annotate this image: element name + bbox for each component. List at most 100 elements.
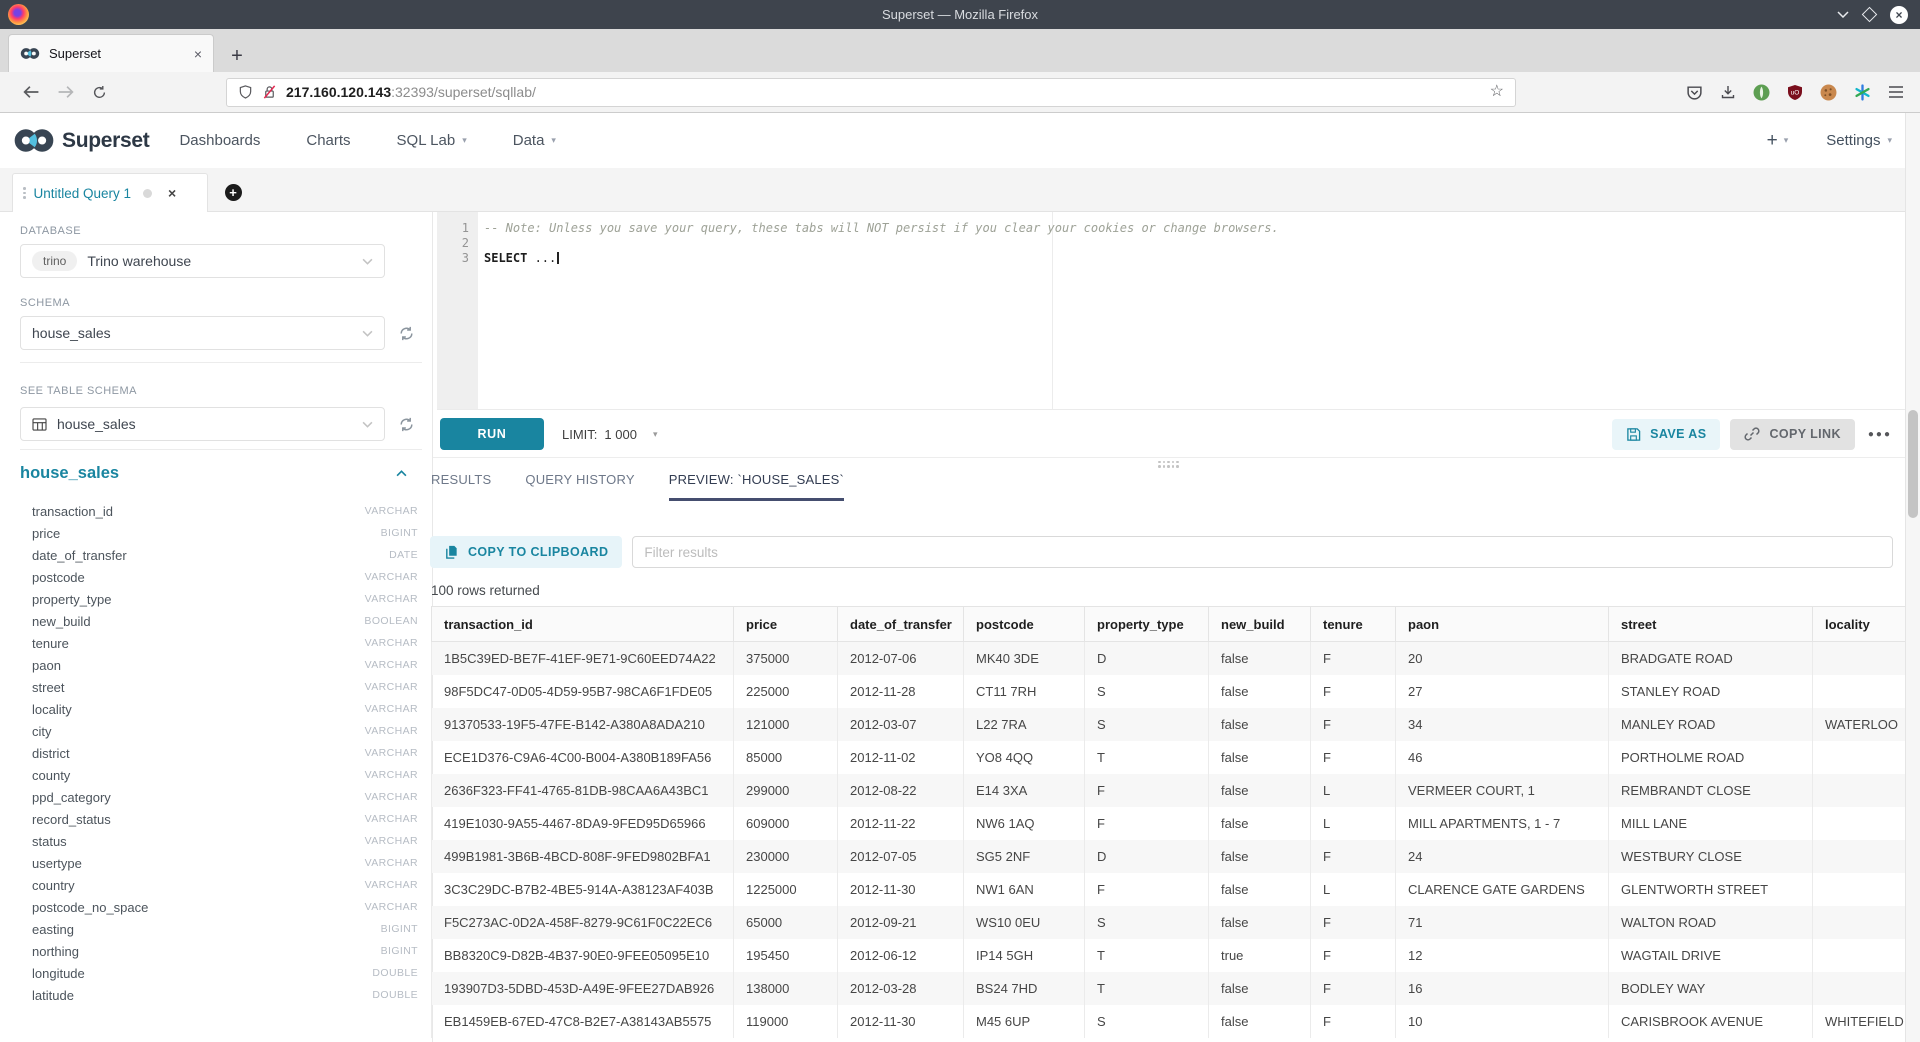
nav-item-sql-lab[interactable]: SQL Lab▾: [397, 132, 467, 149]
table-select-value: house_sales: [57, 416, 136, 432]
window-minimize-button[interactable]: [1837, 11, 1849, 18]
page-scrollbar[interactable]: [1905, 113, 1920, 1042]
collapse-table-button[interactable]: [396, 470, 407, 477]
new-query-tab-button[interactable]: +: [220, 179, 246, 205]
extension-asterisk-icon[interactable]: [1854, 84, 1871, 101]
nav-item-charts[interactable]: Charts: [306, 132, 350, 149]
hamburger-menu-icon[interactable]: [1888, 85, 1904, 99]
schema-column-row[interactable]: priceBIGINT: [20, 522, 418, 544]
tab-close-icon[interactable]: ×: [194, 46, 202, 62]
browser-tab[interactable]: Superset ×: [8, 34, 214, 72]
schema-column-row[interactable]: ppd_categoryVARCHAR: [20, 786, 418, 808]
window-close-button[interactable]: ×: [1890, 6, 1908, 24]
schema-column-row[interactable]: eastingBIGINT: [20, 918, 418, 940]
table-header-price[interactable]: price: [734, 607, 838, 642]
query-tab[interactable]: Untitled Query 1 ×: [12, 173, 208, 212]
schema-column-row[interactable]: record_statusVARCHAR: [20, 808, 418, 830]
scrollbar-thumb[interactable]: [1908, 410, 1918, 518]
table-header-new-build[interactable]: new_build: [1209, 607, 1311, 642]
results-table-container[interactable]: transaction_idpricedate_of_transferpostc…: [431, 606, 1905, 1042]
schema-column-row[interactable]: districtVARCHAR: [20, 742, 418, 764]
schema-column-row[interactable]: postcode_no_spaceVARCHAR: [20, 896, 418, 918]
add-menu-button[interactable]: +▾: [1767, 130, 1789, 152]
schema-column-row[interactable]: property_typeVARCHAR: [20, 588, 418, 610]
reload-button[interactable]: [82, 85, 116, 100]
chevron-down-icon: ▾: [653, 429, 658, 440]
database-select[interactable]: trino Trino warehouse: [20, 244, 385, 278]
table-cell: MILL LANE: [1609, 807, 1813, 840]
table-header-date-of-transfer[interactable]: date_of_transfer: [838, 607, 964, 642]
pocket-icon[interactable]: [1686, 84, 1703, 101]
nav-item-data[interactable]: Data▾: [513, 132, 556, 149]
bookmark-star-icon[interactable]: ☆: [1490, 84, 1504, 100]
results-table: transaction_idpricedate_of_transferpostc…: [431, 606, 1905, 1038]
schema-column-row[interactable]: statusVARCHAR: [20, 830, 418, 852]
privacy-badger-icon[interactable]: [1753, 84, 1770, 101]
results-tab-preview[interactable]: PREVIEW: `HOUSE_SALES`: [669, 472, 844, 501]
table-schema-title[interactable]: house_sales: [20, 464, 119, 483]
back-button[interactable]: [14, 85, 48, 99]
editor-line[interactable]: -- Note: Unless you save your query, the…: [484, 221, 1906, 236]
insecure-lock-icon[interactable]: [262, 84, 277, 100]
table-header-locality[interactable]: locality: [1813, 607, 1906, 642]
schema-column-row[interactable]: countryVARCHAR: [20, 874, 418, 896]
superset-logo[interactable]: Superset: [13, 127, 149, 154]
refresh-schema-button[interactable]: [396, 323, 416, 343]
close-query-tab-icon[interactable]: ×: [168, 185, 176, 201]
run-button[interactable]: RUN: [440, 418, 544, 450]
line-number: 1: [437, 221, 478, 236]
settings-menu-button[interactable]: Settings▾: [1826, 132, 1892, 149]
schema-column-row[interactable]: latitudeDOUBLE: [20, 984, 418, 1006]
more-options-button[interactable]: ●●●: [1868, 429, 1892, 440]
table-header-property-type[interactable]: property_type: [1085, 607, 1209, 642]
editor-line[interactable]: SELECT ...: [484, 251, 1906, 266]
ublock-icon[interactable]: uO: [1787, 84, 1803, 101]
refresh-table-button[interactable]: [396, 414, 416, 434]
column-type: BIGINT: [381, 923, 418, 935]
sql-editor[interactable]: 123 -- Note: Unless you save your query,…: [437, 212, 1906, 410]
schema-column-row[interactable]: countyVARCHAR: [20, 764, 418, 786]
table-header-postcode[interactable]: postcode: [964, 607, 1085, 642]
schema-column-row[interactable]: tenureVARCHAR: [20, 632, 418, 654]
table-header-paon[interactable]: paon: [1396, 607, 1609, 642]
results-tab-query-history[interactable]: QUERY HISTORY: [525, 472, 634, 501]
table-header-transaction-id[interactable]: transaction_id: [432, 607, 734, 642]
filter-results-input[interactable]: [632, 536, 1893, 568]
schema-column-row[interactable]: northingBIGINT: [20, 940, 418, 962]
schema-column-row[interactable]: streetVARCHAR: [20, 676, 418, 698]
nav-item-dashboards[interactable]: Dashboards: [179, 132, 260, 149]
window-maximize-button[interactable]: [1864, 9, 1875, 20]
schema-select[interactable]: house_sales: [20, 316, 385, 350]
editor-gutter: 123: [437, 212, 478, 409]
editor-line[interactable]: [484, 236, 1906, 251]
schema-column-row[interactable]: localityVARCHAR: [20, 698, 418, 720]
copy-link-button[interactable]: COPY LINK: [1730, 419, 1854, 450]
forward-button[interactable]: [48, 85, 82, 99]
url-bar[interactable]: 217.160.120.143:32393/superset/sqllab/ ☆: [226, 78, 1516, 107]
table-header-street[interactable]: street: [1609, 607, 1813, 642]
shield-icon[interactable]: [238, 84, 253, 100]
table-select[interactable]: house_sales: [20, 407, 385, 441]
results-tab-results[interactable]: RESULTS: [431, 472, 491, 501]
schema-column-row[interactable]: transaction_idVARCHAR: [20, 500, 418, 522]
copy-to-clipboard-button[interactable]: COPY TO CLIPBOARD: [430, 536, 622, 568]
schema-column-row[interactable]: cityVARCHAR: [20, 720, 418, 742]
limit-dropdown[interactable]: LIMIT: 1 000 ▾: [562, 427, 657, 442]
table-row: EB1459EB-67ED-47C8-B2E7-A38143AB55751190…: [432, 1005, 1906, 1038]
schema-column-row[interactable]: date_of_transferDATE: [20, 544, 418, 566]
schema-column-row[interactable]: paonVARCHAR: [20, 654, 418, 676]
table-row: 91370533-19F5-47FE-B142-A380A8ADA2101210…: [432, 708, 1906, 741]
schema-column-row[interactable]: postcodeVARCHAR: [20, 566, 418, 588]
drag-handle-icon[interactable]: [23, 187, 26, 199]
new-tab-button[interactable]: +: [222, 40, 252, 72]
schema-column-row[interactable]: new_buildBOOLEAN: [20, 610, 418, 632]
results-tab-bar: RESULTS QUERY HISTORY PREVIEW: `HOUSE_SALE…: [431, 472, 844, 501]
column-type: BIGINT: [381, 945, 418, 957]
cookie-icon[interactable]: [1820, 84, 1837, 101]
save-as-button[interactable]: SAVE AS: [1612, 419, 1720, 450]
table-header-tenure[interactable]: tenure: [1311, 607, 1396, 642]
downloads-icon[interactable]: [1720, 84, 1736, 100]
schema-column-row[interactable]: usertypeVARCHAR: [20, 852, 418, 874]
pane-resize-handle[interactable]: [433, 459, 1906, 471]
schema-column-row[interactable]: longitudeDOUBLE: [20, 962, 418, 984]
